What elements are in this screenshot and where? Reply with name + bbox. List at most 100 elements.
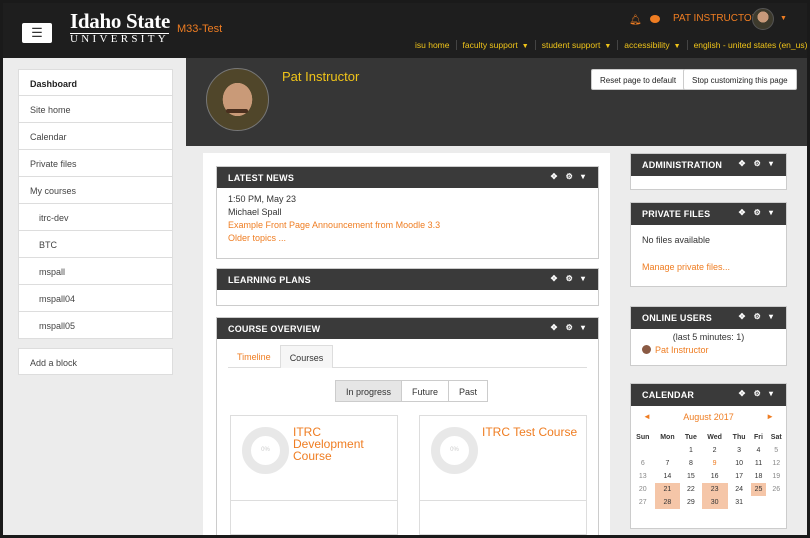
sidebar-course-item[interactable]: BTC (18, 231, 173, 258)
calendar-day[interactable]: 30 (701, 496, 728, 509)
tab-timeline[interactable]: Timeline (228, 345, 280, 367)
stop-customizing-button[interactable]: Stop customizing this page (683, 69, 797, 90)
news-author: Michael Spall (228, 207, 282, 217)
course-card[interactable]: 0% ITRC Test Course (419, 415, 587, 535)
calendar-day[interactable]: 18 (751, 470, 767, 483)
progress-ring: 0% (431, 427, 478, 474)
reset-page-button[interactable]: Reset page to default (591, 69, 686, 90)
manage-files-link[interactable]: Manage private files... (642, 261, 775, 274)
administration-block: ADMINISTRATION ✥ ⚙ ▾ (630, 153, 787, 190)
nav-link[interactable]: isu home (409, 40, 456, 50)
calendar-day[interactable]: 28 (654, 496, 681, 509)
sidebar-course-item[interactable]: mspall (18, 258, 173, 285)
progress-ring: 0% (242, 427, 289, 474)
course-title-link[interactable]: ITRC Development Course (293, 426, 393, 462)
nav-link[interactable]: accessibility ▼ (617, 40, 686, 50)
block-controls-icon[interactable]: ✥ ⚙ ▾ (551, 172, 588, 181)
filter-future[interactable]: Future (401, 380, 450, 402)
nav-link[interactable]: english - united states (en_us)▼ (686, 40, 807, 50)
calendar-day[interactable]: 20 (631, 483, 655, 496)
news-link[interactable]: Example Front Page Announcement from Moo… (228, 219, 587, 232)
calendar-day (751, 496, 767, 509)
sidebar-course-item[interactable]: itrc-dev (18, 204, 173, 231)
logo-text[interactable]: Idaho State (70, 9, 170, 34)
block-title: PRIVATE FILES (642, 209, 711, 219)
user-avatar[interactable] (752, 8, 774, 30)
block-title: LEARNING PLANS (228, 275, 311, 285)
sidebar-course-item[interactable]: mspall04 (18, 285, 173, 312)
calendar-day[interactable]: 3 (728, 444, 751, 457)
calendar-day[interactable]: 8 (680, 457, 701, 470)
page-title: Pat Instructor (282, 69, 360, 84)
calendar-day[interactable]: 29 (680, 496, 701, 509)
filter-in-progress[interactable]: In progress (335, 380, 403, 402)
user-menu-name[interactable]: PAT INSTRUCTOR (673, 13, 759, 24)
calendar-day[interactable]: 10 (728, 457, 751, 470)
older-topics-link[interactable]: Older topics ... (228, 232, 587, 245)
calendar-day[interactable]: 21 (654, 483, 681, 496)
block-controls-icon[interactable]: ✥ ⚙ ▾ (739, 208, 776, 217)
calendar-day[interactable]: 22 (680, 483, 701, 496)
profile-picture-detail (226, 109, 248, 113)
calendar-day[interactable]: 4 (751, 444, 767, 457)
calendar-day[interactable]: 7 (655, 457, 681, 470)
nav-link-label: faculty support (462, 40, 518, 50)
tab-courses[interactable]: Courses (279, 345, 334, 368)
calendar-day[interactable]: 14 (655, 470, 681, 483)
chevron-down-icon[interactable]: ▼ (780, 15, 787, 22)
sidebar-item[interactable]: Calendar (18, 123, 173, 150)
calendar-month[interactable]: August 2017 (631, 412, 786, 422)
nav-link[interactable]: faculty support ▼ (455, 40, 535, 50)
message-icon[interactable] (650, 15, 660, 23)
calendar-day[interactable]: 12 (766, 457, 786, 470)
calendar-day[interactable]: 6 (631, 457, 655, 470)
sidebar-item[interactable]: Dashboard (18, 69, 173, 96)
calendar-day[interactable]: 9 (702, 457, 728, 470)
course-card[interactable]: 0% ITRC Development Course (230, 415, 398, 535)
calendar-day[interactable]: 23 (701, 483, 728, 496)
sidebar-item[interactable]: My courses (18, 177, 173, 204)
calendar-day[interactable]: 15 (680, 470, 701, 483)
weekday-label: Mon (660, 434, 675, 441)
add-block-link[interactable]: Add a block (18, 348, 173, 375)
calendar-day[interactable]: 1 (680, 444, 701, 457)
filter-past[interactable]: Past (448, 380, 489, 402)
sidebar-item[interactable]: Private files (18, 150, 173, 177)
weekday-label: Fri (754, 434, 763, 441)
user-avatar-small (642, 345, 651, 354)
block-controls-icon[interactable]: ✥ ⚙ ▾ (739, 159, 776, 168)
site-name[interactable]: M33-Test (177, 23, 222, 35)
calendar-day[interactable]: 31 (728, 496, 751, 509)
weekday-label: Sun (636, 434, 650, 441)
block-controls-icon[interactable]: ✥ ⚙ ▾ (551, 323, 588, 332)
nav-link-label: english - united states (en_us) (693, 40, 807, 50)
bell-icon[interactable]: 🔔︎ (629, 15, 642, 26)
course-title-link[interactable]: ITRC Test Course (482, 426, 582, 438)
calendar-day[interactable]: 16 (702, 470, 728, 483)
next-month-icon[interactable]: ► (766, 412, 774, 421)
calendar-day[interactable]: 25 (750, 483, 767, 496)
calendar-day[interactable]: 27 (631, 496, 655, 509)
sidebar-course-item[interactable]: mspall05 (18, 312, 173, 339)
online-period: (last 5 minutes: 1) (672, 332, 745, 342)
calendar-day[interactable]: 26 (766, 483, 786, 496)
calendar-day[interactable]: 13 (631, 470, 655, 483)
calendar-day[interactable]: 19 (766, 470, 786, 483)
online-user-link[interactable]: Pat Instructor (655, 345, 709, 355)
block-controls-icon[interactable]: ✥ ⚙ ▾ (551, 274, 588, 283)
calendar-day[interactable]: 11 (751, 457, 767, 470)
moodle-dashboard: ☰ Idaho State UNIVERSITY M33-Test 🔔︎ PAT… (3, 3, 807, 535)
block-controls-icon[interactable]: ✥ ⚙ ▾ (739, 312, 776, 321)
calendar-day[interactable]: 5 (766, 444, 786, 457)
hamburger-icon[interactable]: ☰ (22, 23, 52, 43)
block-controls-icon[interactable]: ✥ ⚙ ▾ (739, 389, 776, 398)
block-title: ADMINISTRATION (642, 160, 723, 170)
calendar-day[interactable]: 17 (728, 470, 751, 483)
calendar-day[interactable]: 24 (728, 483, 751, 496)
calendar-day (655, 444, 681, 457)
weekday-label: Tue (684, 434, 697, 441)
calendar-day[interactable]: 2 (702, 444, 728, 457)
nav-link[interactable]: student support ▼ (534, 40, 618, 50)
private-files-block: PRIVATE FILES ✥ ⚙ ▾ No files available Ma… (630, 202, 787, 287)
sidebar-item[interactable]: Site home (18, 96, 173, 123)
